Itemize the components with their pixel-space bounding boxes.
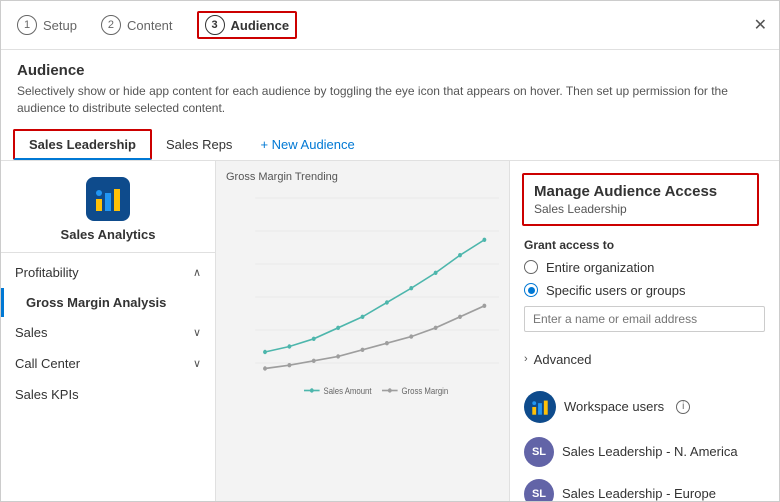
left-nav: Sales Analytics Profitability ∧ Gross Ma… xyxy=(1,161,216,501)
steps-bar: 1 Setup 2 Content 3 Audience ✕ xyxy=(1,1,779,50)
app-icon-area: Sales Analytics xyxy=(1,161,215,253)
step-content-label: Content xyxy=(127,18,173,33)
tab-sales-leadership[interactable]: Sales Leadership xyxy=(13,129,152,160)
chevron-down-icon-callcenter: ∨ xyxy=(193,357,201,370)
app-icon xyxy=(86,177,130,221)
chevron-up-icon: ∧ xyxy=(193,266,201,279)
radio-entire-org-circle xyxy=(524,260,538,274)
step-audience-box: 3 Audience xyxy=(197,11,298,39)
audience-header: Audience Selectively show or hide app co… xyxy=(1,50,779,123)
nav-item-sales[interactable]: Sales ∨ xyxy=(1,317,215,348)
user-row-0: SL Sales Leadership - N. America xyxy=(510,431,779,473)
chart-svg: Sales Amount Gross Margin xyxy=(226,187,499,407)
manage-header-box: Manage Audience Access Sales Leadership xyxy=(522,173,759,226)
modal-container: 1 Setup 2 Content 3 Audience ✕ Audience … xyxy=(0,0,780,502)
preview-inner: Gross Margin Trending xyxy=(216,161,509,420)
main-content: Sales Analytics Profitability ∧ Gross Ma… xyxy=(1,161,779,501)
grant-section: Grant access to Entire organization Spec… xyxy=(510,234,779,348)
step-audience-label: Audience xyxy=(231,18,290,33)
tabs-row: Sales Leadership Sales Reps + New Audien… xyxy=(1,123,779,161)
chevron-right-icon-advanced: › xyxy=(524,353,528,365)
new-audience-button[interactable]: + New Audience xyxy=(250,131,364,158)
user-row-1: SL Sales Leadership - Europe xyxy=(510,473,779,501)
user-label-1: Sales Leadership - Europe xyxy=(562,486,716,501)
workspace-icon xyxy=(524,391,556,423)
svg-text:Sales Amount: Sales Amount xyxy=(324,385,373,396)
info-icon: i xyxy=(676,400,690,414)
nav-item-profitability[interactable]: Profitability ∧ xyxy=(1,257,215,288)
chevron-down-icon-sales: ∨ xyxy=(193,326,201,339)
step-content[interactable]: 2 Content xyxy=(101,15,173,35)
center-preview: Gross Margin Trending xyxy=(216,161,509,501)
advanced-row[interactable]: › Advanced xyxy=(510,348,779,371)
workspace-row: Workspace users i xyxy=(510,383,779,431)
nav-item-sales-kpis[interactable]: Sales KPIs xyxy=(1,379,215,410)
step-content-circle: 2 xyxy=(101,15,121,35)
step-setup-label: Setup xyxy=(43,18,77,33)
step-audience-circle: 3 xyxy=(205,15,225,35)
tab-sales-reps[interactable]: Sales Reps xyxy=(152,131,246,158)
right-panel: Manage Audience Access Sales Leadership … xyxy=(509,161,779,501)
step-audience[interactable]: 3 Audience xyxy=(197,11,298,39)
radio-entire-org[interactable]: Entire organization xyxy=(524,260,765,275)
nav-item-call-center[interactable]: Call Center ∨ xyxy=(1,348,215,379)
nav-section: Profitability ∧ Gross Margin Analysis Sa… xyxy=(1,253,215,414)
close-button[interactable]: ✕ xyxy=(754,15,767,35)
grant-label: Grant access to xyxy=(524,238,765,252)
chart-title: Gross Margin Trending xyxy=(226,171,499,183)
user-label-0: Sales Leadership - N. America xyxy=(562,444,738,459)
email-input[interactable] xyxy=(524,306,765,332)
manage-subtitle: Sales Leadership xyxy=(534,202,747,216)
app-name: Sales Analytics xyxy=(61,227,156,242)
user-avatar-1: SL xyxy=(524,479,554,501)
step-setup[interactable]: 1 Setup xyxy=(17,15,77,35)
radio-specific-users-circle xyxy=(524,283,538,297)
audience-title: Audience xyxy=(17,62,763,79)
step-setup-circle: 1 xyxy=(17,15,37,35)
audience-desc: Selectively show or hide app content for… xyxy=(17,83,763,117)
manage-title: Manage Audience Access xyxy=(534,183,747,200)
svg-text:Gross Margin: Gross Margin xyxy=(402,385,449,396)
user-avatar-0: SL xyxy=(524,437,554,467)
radio-specific-users[interactable]: Specific users or groups xyxy=(524,283,765,298)
radio-dot xyxy=(528,287,535,294)
body: Audience Selectively show or hide app co… xyxy=(1,50,779,501)
nav-sub-item-gross-margin[interactable]: Gross Margin Analysis xyxy=(1,288,215,317)
